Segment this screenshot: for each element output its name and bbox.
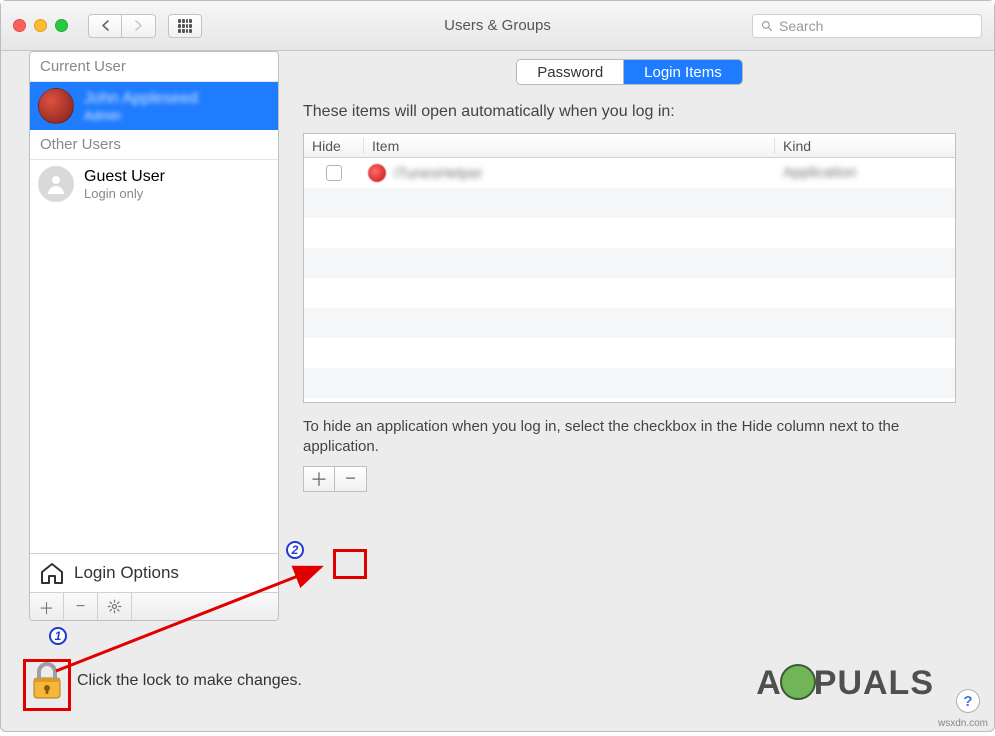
chevron-left-icon (101, 20, 110, 31)
forward-button[interactable] (122, 14, 156, 38)
show-all-button[interactable] (168, 14, 202, 38)
login-options-label: Login Options (74, 563, 179, 583)
user-name: Guest User (84, 167, 165, 186)
table-row[interactable]: iTunesHelper Application (304, 158, 955, 188)
app-icon (368, 164, 386, 182)
add-remove-controls: ＋ − (303, 466, 956, 492)
user-actions-button[interactable] (98, 593, 132, 620)
watermark-url: wsxdn.com (938, 718, 988, 729)
close-window-button[interactable] (13, 19, 26, 32)
annotation-marker-1: 1 (49, 627, 67, 645)
item-name: iTunesHelper (394, 165, 483, 182)
hide-hint: To hide an application when you log in, … (303, 417, 956, 458)
user-name: John Appleseed (84, 89, 198, 108)
tab-password[interactable]: Password (517, 60, 623, 84)
sidebar-controls: ＋ − (30, 592, 278, 620)
lock-icon[interactable] (29, 661, 65, 701)
avatar (38, 88, 74, 124)
lock-text: Click the lock to make changes. (77, 672, 302, 690)
chevron-right-icon (134, 20, 143, 31)
table-header: Hide Item Kind (304, 134, 955, 158)
col-item[interactable]: Item (364, 138, 775, 154)
house-icon (40, 562, 64, 584)
search-icon (761, 20, 773, 32)
window-controls (13, 19, 68, 32)
table-row (304, 338, 955, 368)
item-kind: Application (783, 164, 856, 181)
col-hide[interactable]: Hide (304, 138, 364, 154)
zoom-window-button[interactable] (55, 19, 68, 32)
sidebar-item-current-user[interactable]: John Appleseed Admin (30, 82, 278, 130)
table-row (304, 278, 955, 308)
table-row (304, 308, 955, 338)
user-role: Login only (84, 186, 165, 201)
table-row (304, 248, 955, 278)
minimize-window-button[interactable] (34, 19, 47, 32)
main-panel: Password Login Items These items will op… (293, 51, 966, 621)
add-user-button[interactable]: ＋ (30, 593, 64, 620)
login-items-intro: These items will open automatically when… (303, 103, 956, 121)
user-role: Admin (84, 108, 198, 123)
gear-icon (107, 599, 122, 614)
person-icon (44, 172, 68, 196)
table-row (304, 188, 955, 218)
lock-row: Click the lock to make changes. (29, 661, 302, 701)
titlebar: Users & Groups Search (1, 1, 994, 51)
users-sidebar: Current User John Appleseed Admin Other … (29, 51, 279, 621)
search-field[interactable]: Search (752, 14, 982, 38)
tab-login-items[interactable]: Login Items (623, 60, 742, 84)
login-options-row[interactable]: Login Options (30, 553, 278, 592)
col-kind[interactable]: Kind (775, 138, 955, 154)
avatar (38, 166, 74, 202)
nav-buttons (88, 14, 156, 38)
table-row (304, 218, 955, 248)
grid-icon (178, 19, 192, 33)
table-body: iTunesHelper Application (304, 158, 955, 398)
sidebar-item-guest-user[interactable]: Guest User Login only (30, 160, 278, 208)
preferences-window: Users & Groups Search Current User John … (0, 0, 995, 732)
add-login-item-button[interactable]: ＋ (303, 466, 335, 492)
window-title: Users & Groups (444, 17, 551, 34)
hide-checkbox[interactable] (326, 165, 342, 181)
remove-user-button[interactable]: − (64, 593, 98, 620)
watermark-logo: A PUALS (756, 664, 934, 703)
help-button[interactable]: ? (956, 689, 980, 713)
remove-login-item-button[interactable]: − (335, 466, 367, 492)
back-button[interactable] (88, 14, 122, 38)
logo-face-icon (780, 664, 816, 700)
current-user-header: Current User (30, 52, 278, 82)
content-area: Current User John Appleseed Admin Other … (29, 51, 966, 621)
login-items-table: Hide Item Kind iTunesHelper Application (303, 133, 956, 403)
search-placeholder: Search (779, 18, 823, 34)
table-row (304, 368, 955, 398)
other-users-header: Other Users (30, 130, 278, 160)
tab-group: Password Login Items (516, 59, 742, 85)
